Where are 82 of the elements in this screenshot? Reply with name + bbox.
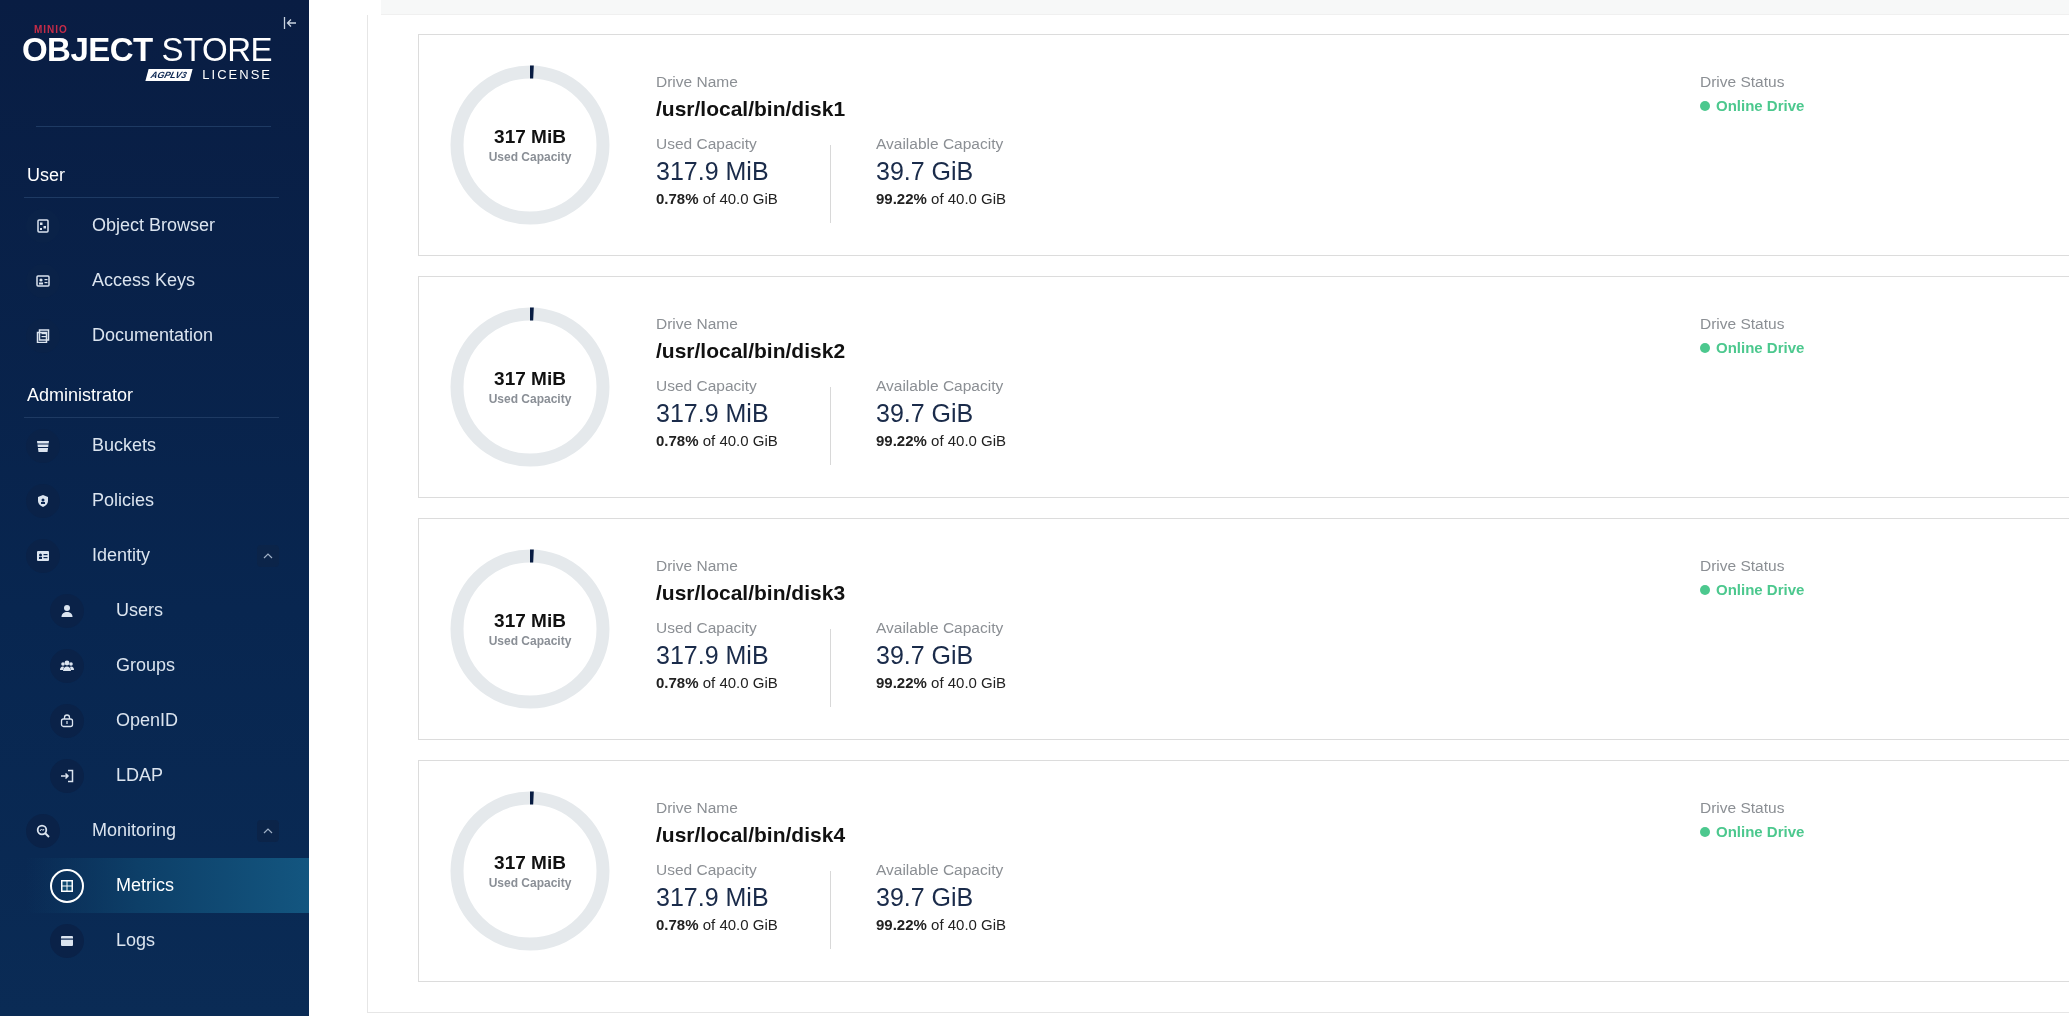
drive-name: /usr/local/bin/disk1 [656,97,847,121]
field-label: Available Capacity [876,861,1005,879]
field-label: Drive Name [656,73,739,91]
capacity-value: 317.9 MiB [656,399,770,428]
id-card-icon [36,273,50,288]
status-text: Online Drive [1716,581,1805,598]
bucket-icon [36,438,50,453]
field-label: Drive Status [1700,315,1786,333]
donut-label: Used Capacity [488,392,572,406]
capacity-value: 39.7 GiB [876,157,975,186]
nav-item[interactable]: Access Keys [0,253,309,308]
capacity-value: 317.9 MiB [656,157,770,186]
donut-label: Used Capacity [488,876,572,890]
capacity-value: 317.9 MiB [656,883,770,912]
field-label: Available Capacity [876,135,1005,153]
drive-name: /usr/local/bin/disk4 [656,823,847,847]
field-label: Used Capacity [656,135,758,153]
product-title: OBJECT STORE [21,35,272,65]
nav-item[interactable]: Monitoring [0,803,309,858]
capacity-value: 39.7 GiB [876,641,975,670]
field-label: Used Capacity [656,619,758,637]
grid-document-icon [36,218,50,233]
nav-item[interactable]: OpenID [0,693,309,748]
users-icon [60,658,74,673]
document-icon [36,328,50,343]
capacity-percent: 0.78% of 40.0 GiB [656,190,779,207]
field-label: Available Capacity [876,619,1005,637]
nav-item[interactable]: Documentation [0,308,309,363]
nav-item[interactable]: Identity [0,528,309,583]
section-heading: User [26,165,66,187]
capacity-percent: 99.22% of 40.0 GiB [876,190,1008,207]
capacity-percent: 0.78% of 40.0 GiB [656,674,779,691]
capacity-percent: 0.78% of 40.0 GiB [656,432,779,449]
nav-item[interactable]: Policies [0,473,309,528]
field-label: Used Capacity [656,377,758,395]
donut-value: 317 MiB [494,852,566,874]
license-badge: AGPLV3 [145,68,192,81]
nav-item[interactable]: Users [0,583,309,638]
dashboard-icon [60,878,74,893]
brand-logo: MINIO [34,24,68,35]
field-label: Available Capacity [876,377,1005,395]
donut-label: Used Capacity [488,150,572,164]
capacity-value: 39.7 GiB [876,399,975,428]
status-text: Online Drive [1716,97,1805,114]
section-heading: Administrator [26,385,135,407]
capacity-percent: 99.22% of 40.0 GiB [876,432,1008,449]
nav-item[interactable]: Logs [0,913,309,968]
field-label: Drive Status [1700,557,1786,575]
nav-item[interactable]: Object Browser [0,198,309,253]
user-icon [60,603,74,618]
field-label: Drive Status [1700,73,1786,91]
nav-item[interactable]: Groups [0,638,309,693]
id-card-icon [36,548,50,563]
field-label: Used Capacity [656,861,758,879]
collapse-icon [283,16,297,30]
nav-item[interactable]: LDAP [0,748,309,803]
window-icon [60,933,74,948]
search-icon [36,823,50,838]
status-text: Online Drive [1716,339,1805,356]
donut-label: Used Capacity [488,634,572,648]
drive-name: /usr/local/bin/disk2 [656,339,847,363]
collapse-chevron-icon[interactable] [257,819,279,842]
license-label: LICENSE [202,67,272,82]
donut-value: 317 MiB [494,610,566,632]
field-label: Drive Status [1700,799,1786,817]
status-text: Online Drive [1716,823,1805,840]
capacity-percent: 99.22% of 40.0 GiB [876,674,1008,691]
field-label: Drive Name [656,315,739,333]
collapse-chevron-icon[interactable] [257,544,279,567]
capacity-value: 317.9 MiB [656,641,770,670]
shield-icon [36,493,50,508]
login-icon [60,768,74,783]
field-label: Drive Name [656,799,739,817]
donut-value: 317 MiB [494,368,566,390]
capacity-percent: 99.22% of 40.0 GiB [876,916,1008,933]
donut-value: 317 MiB [494,126,566,148]
drive-name: /usr/local/bin/disk3 [656,581,847,605]
capacity-percent: 0.78% of 40.0 GiB [656,916,779,933]
lock-icon [60,713,74,728]
capacity-value: 39.7 GiB [876,883,975,912]
nav-item[interactable]: Buckets [0,418,309,473]
field-label: Drive Name [656,557,739,575]
